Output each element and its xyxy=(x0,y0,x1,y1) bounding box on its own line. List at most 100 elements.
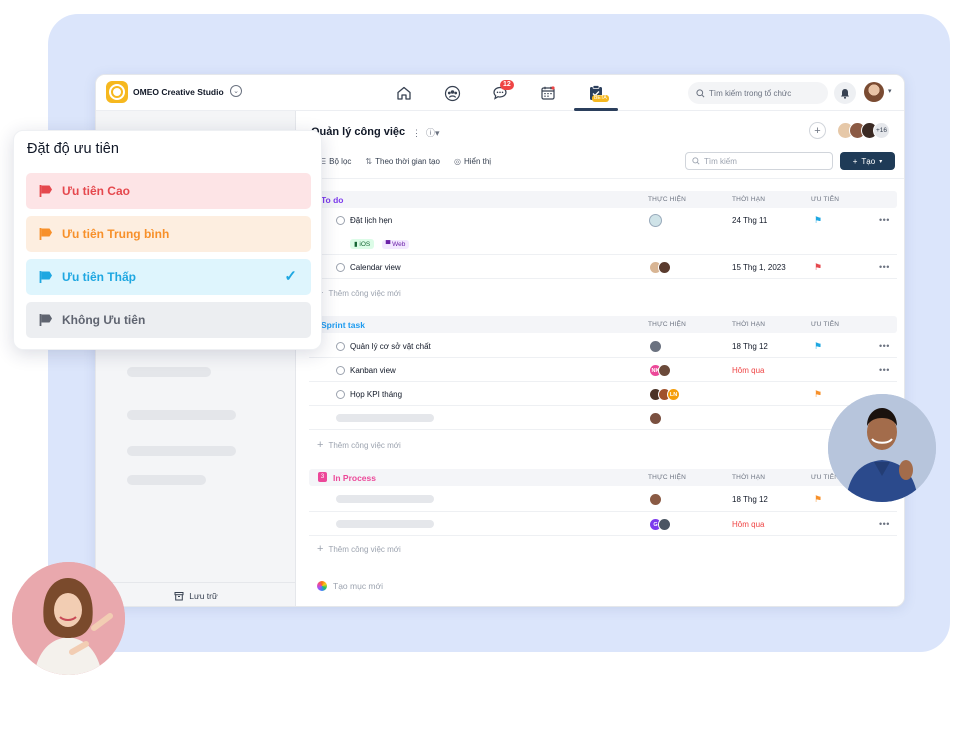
task-checkbox[interactable] xyxy=(336,366,345,375)
flag-icon[interactable]: ⚑ xyxy=(814,389,822,400)
table-row[interactable] xyxy=(309,406,897,430)
more-icon[interactable]: ••• xyxy=(879,365,890,375)
task-tags: ▮ iOS ▀ Web xyxy=(350,233,412,251)
home-icon[interactable] xyxy=(394,83,414,103)
task-checkbox[interactable] xyxy=(336,263,345,272)
archive-button[interactable]: Lưu trữ xyxy=(96,582,296,606)
sort-button[interactable]: ⇅ Theo thời gian tạo xyxy=(365,157,440,166)
table-row[interactable]: 18 Thg 12 ⚑ xyxy=(309,487,897,512)
more-icon[interactable]: ••• xyxy=(879,262,890,272)
filter-button[interactable]: ☰ Bộ lọc xyxy=(319,157,351,166)
task-name[interactable]: Họp KPI tháng xyxy=(350,390,402,399)
add-task-button[interactable]: +Thêm công việc mới xyxy=(317,543,401,555)
more-icon[interactable]: ••• xyxy=(879,215,890,225)
add-task-button[interactable]: +Thêm công việc mới xyxy=(317,439,401,451)
table-row[interactable]: Quản lý cơ sở vật chất 18 Thg 12 ⚑ ••• xyxy=(309,334,897,358)
caret-down-icon[interactable]: ▾ xyxy=(888,87,892,95)
filter-label: Bộ lọc xyxy=(329,157,352,166)
chevron-down-icon[interactable]: ⌄ xyxy=(230,85,242,97)
add-task-label: Thêm công việc mới xyxy=(328,289,401,298)
org-search-input[interactable]: Tìm kiếm trong tổ chức xyxy=(688,82,828,104)
table-row[interactable]: G Hôm qua ••• xyxy=(309,512,897,536)
filter-bar: ☰ Bộ lọc ⇅ Theo thời gian tạo ◎ Hiển thị xyxy=(319,157,491,166)
avatar xyxy=(649,412,662,425)
sort-icon: ⇅ xyxy=(365,157,373,166)
add-member-button[interactable]: + xyxy=(809,122,826,139)
flag-icon xyxy=(39,314,52,326)
people-icon[interactable] xyxy=(442,83,462,103)
group-header-sprint[interactable]: Sprint task THỰC HIỆN THỜI HẠN ƯU TIÊN xyxy=(309,316,897,333)
create-category-button[interactable]: Tạo mục mới xyxy=(317,581,383,591)
task-deadline[interactable]: 15 Thg 1, 2023 xyxy=(732,263,786,272)
org-logo-icon[interactable] xyxy=(106,81,128,103)
group-name: To do xyxy=(321,195,344,205)
task-icon[interactable]: BETA xyxy=(586,83,609,103)
task-deadline[interactable]: 18 Thg 12 xyxy=(732,342,768,351)
assignees[interactable]: NK xyxy=(649,364,671,377)
view-button[interactable]: ◎ Hiển thị xyxy=(454,157,491,166)
task-deadline[interactable]: 18 Thg 12 xyxy=(732,495,768,504)
search-icon xyxy=(696,88,705,97)
task-name[interactable]: Đặt lịch hẹn xyxy=(350,216,392,225)
task-deadline[interactable]: 24 Thg 11 xyxy=(732,216,767,225)
tag-ios: ▮ iOS xyxy=(350,239,375,249)
bell-icon[interactable] xyxy=(834,82,856,104)
task-checkbox[interactable] xyxy=(336,342,345,351)
checkmark-icon: ✓ xyxy=(284,268,297,285)
create-button[interactable]: + Tạo ▾ xyxy=(840,152,895,170)
create-label: Tạo xyxy=(861,156,876,166)
flag-icon[interactable]: ⚑ xyxy=(814,341,822,352)
task-name[interactable]: Kanban view xyxy=(350,366,396,375)
add-task-label: Thêm công việc mới xyxy=(328,441,401,450)
table-row[interactable]: Họp KPI tháng LN ⚑ xyxy=(309,382,897,406)
assignees[interactable]: LN xyxy=(649,388,680,401)
sidebar-placeholder xyxy=(127,410,236,420)
sidebar-placeholder xyxy=(127,475,206,485)
task-placeholder xyxy=(336,414,434,422)
flag-icon[interactable]: ⚑ xyxy=(814,262,822,273)
table-row[interactable]: Kanban view NK Hôm qua ••• xyxy=(309,358,897,382)
avatar-initials: LN xyxy=(667,388,680,401)
title-options[interactable]: ⋮ ⓘ▾ xyxy=(412,126,440,139)
priority-label: Không Ưu tiên xyxy=(62,313,146,327)
group-header-in-process[interactable]: 3 In Process THỰC HIỆN THỜI HẠN ƯU TIÊN xyxy=(309,469,897,486)
more-icon[interactable]: ••• xyxy=(879,519,890,529)
org-name[interactable]: OMEO Creative Studio xyxy=(133,87,224,97)
task-name[interactable]: Calendar view xyxy=(350,263,401,272)
priority-label: Ưu tiên Trung bình xyxy=(62,227,170,241)
assignees[interactable] xyxy=(649,261,671,274)
column-deadline: THỜI HẠN xyxy=(732,196,766,203)
more-icon[interactable]: ••• xyxy=(879,341,890,351)
column-assignee: THỰC HIỆN xyxy=(648,474,687,481)
assignees[interactable] xyxy=(649,493,662,506)
member-avatars[interactable]: +16 xyxy=(837,122,890,139)
popup-title: Đặt độ ưu tiên xyxy=(27,141,119,157)
priority-option-medium[interactable]: Ưu tiên Trung bình xyxy=(26,216,311,252)
user-avatar[interactable] xyxy=(864,82,884,102)
task-name[interactable]: Quản lý cơ sở vật chất xyxy=(350,342,431,351)
assignees[interactable] xyxy=(649,412,662,425)
assignees[interactable] xyxy=(649,214,662,227)
flag-icon[interactable]: ⚑ xyxy=(814,494,822,505)
calendar-icon[interactable] xyxy=(538,83,558,103)
task-deadline[interactable]: Hôm qua xyxy=(732,366,764,375)
chat-icon[interactable]: 12 xyxy=(490,80,514,103)
priority-option-none[interactable]: Không Ưu tiên xyxy=(26,302,311,338)
table-row[interactable]: Calendar view 15 Thg 1, 2023 ⚑ ••• xyxy=(309,255,897,279)
man-photo xyxy=(828,394,936,502)
task-checkbox[interactable] xyxy=(336,216,345,225)
search-icon xyxy=(692,157,700,165)
task-search-input[interactable]: Tìm kiếm xyxy=(685,152,833,170)
priority-option-high[interactable]: Ưu tiên Cao xyxy=(26,173,311,209)
task-placeholder xyxy=(336,520,434,528)
group-header-todo[interactable]: To do THỰC HIỆN THỜI HẠN ƯU TIÊN xyxy=(309,191,897,208)
add-task-button[interactable]: +Thêm công việc mới xyxy=(317,287,401,299)
priority-option-low[interactable]: Ưu tiên Thấp ✓ xyxy=(26,259,311,295)
assignees[interactable] xyxy=(649,340,662,353)
task-checkbox[interactable] xyxy=(336,390,345,399)
table-row[interactable]: Đặt lịch hẹn ▮ iOS ▀ Web 24 Thg 11 ⚑ ••• xyxy=(309,209,897,255)
task-deadline[interactable]: Hôm qua xyxy=(732,520,764,529)
avatar xyxy=(649,340,662,353)
flag-icon[interactable]: ⚑ xyxy=(814,215,822,226)
assignees[interactable]: G xyxy=(649,518,671,531)
